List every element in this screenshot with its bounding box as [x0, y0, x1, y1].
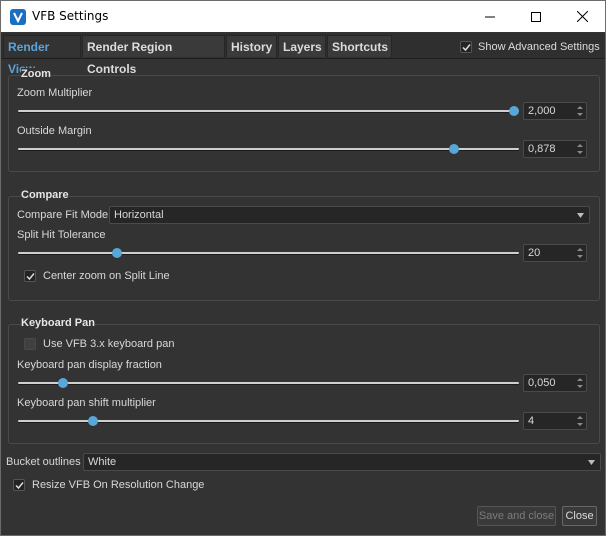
minimize-button[interactable]	[467, 1, 513, 32]
spin-arrows-icon[interactable]	[576, 142, 584, 156]
split-hit-tolerance-label: Split Hit Tolerance	[17, 229, 106, 241]
tab-render-view[interactable]: Render View	[3, 35, 81, 76]
zoom-multiplier-label: Zoom Multiplier	[17, 87, 93, 99]
outside-margin-label: Outside Margin	[17, 125, 92, 137]
zoom-multiplier-value: 2,000	[528, 105, 556, 117]
pan-shift-multiplier-spinbox[interactable]: 4	[523, 412, 587, 430]
chevron-down-icon	[588, 460, 595, 465]
pan-display-fraction-value: 0,050	[528, 377, 556, 389]
spin-arrows-icon[interactable]	[576, 414, 584, 428]
chevron-down-icon	[577, 213, 584, 218]
split-hit-tolerance-value: 20	[528, 247, 541, 259]
split-hit-tolerance-slider-thumb[interactable]	[112, 248, 122, 258]
save-and-close-button[interactable]: Save and close	[477, 506, 556, 526]
bucket-outlines-value: White	[88, 456, 117, 468]
use-legacy-keyboard-pan-checkbox[interactable]: Use VFB 3.x keyboard pan	[24, 338, 174, 350]
resize-on-resolution-change-label: Resize VFB On Resolution Change	[32, 479, 205, 491]
close-window-button[interactable]	[559, 1, 605, 32]
keyboard-pan-group-title: Keyboard Pan	[21, 317, 95, 329]
pan-shift-multiplier-slider-thumb[interactable]	[88, 416, 98, 426]
vray-logo-icon	[10, 9, 26, 25]
outside-margin-slider[interactable]	[18, 148, 519, 150]
checkbox-checked-icon	[24, 270, 36, 282]
bucket-outlines-dropdown[interactable]: White	[83, 453, 601, 471]
tab-shortcuts[interactable]: Shortcuts	[327, 35, 392, 57]
minimize-icon	[485, 12, 495, 22]
tab-history[interactable]: History	[226, 35, 277, 57]
checkbox-checked-icon	[460, 41, 472, 53]
checkbox-unchecked-icon	[24, 338, 36, 350]
zoom-multiplier-slider[interactable]	[18, 110, 519, 112]
use-legacy-keyboard-pan-label: Use VFB 3.x keyboard pan	[43, 338, 175, 350]
pan-display-fraction-slider-thumb[interactable]	[58, 378, 68, 388]
maximize-button[interactable]	[513, 1, 559, 32]
pan-display-fraction-spinbox[interactable]: 0,050	[523, 374, 587, 392]
checkbox-checked-icon	[13, 479, 25, 491]
zoom-multiplier-spinbox[interactable]: 2,000	[523, 102, 587, 120]
compare-group-title: Compare	[21, 189, 69, 201]
split-hit-tolerance-slider[interactable]	[18, 252, 519, 254]
outside-margin-spinbox[interactable]: 0,878	[523, 140, 587, 158]
spin-arrows-icon[interactable]	[576, 246, 584, 260]
compare-fit-mode-value: Horizontal	[114, 209, 164, 221]
outside-margin-slider-thumb[interactable]	[449, 144, 459, 154]
zoom-multiplier-slider-thumb[interactable]	[509, 106, 519, 116]
pan-display-fraction-slider[interactable]	[18, 382, 519, 384]
close-icon	[576, 11, 588, 22]
compare-fit-mode-label: Compare Fit Mode	[17, 209, 109, 221]
bucket-outlines-label: Bucket outlines	[6, 456, 81, 468]
zoom-group-title: Zoom	[21, 68, 51, 80]
tab-render-region-controls[interactable]: Render Region Controls	[82, 35, 225, 76]
show-advanced-settings-label: Show Advanced Settings	[478, 41, 600, 53]
window-title: VFB Settings	[32, 9, 109, 23]
pan-display-fraction-label: Keyboard pan display fraction	[17, 359, 162, 371]
center-zoom-label: Center zoom on Split Line	[43, 270, 170, 282]
compare-fit-mode-dropdown[interactable]: Horizontal	[109, 206, 590, 224]
zoom-group: Zoom	[8, 68, 600, 172]
tab-layers[interactable]: Layers	[278, 35, 326, 57]
pan-shift-multiplier-value: 4	[528, 415, 535, 427]
title-bar[interactable]: VFB Settings	[1, 1, 605, 32]
resize-on-resolution-change-checkbox[interactable]: Resize VFB On Resolution Change	[13, 479, 204, 491]
spin-arrows-icon[interactable]	[576, 376, 584, 390]
pan-shift-multiplier-label: Keyboard pan shift multiplier	[17, 397, 156, 409]
vfb-settings-window: VFB Settings Render View Render Region C…	[0, 0, 606, 536]
spin-arrows-icon[interactable]	[576, 104, 584, 118]
outside-margin-value: 0,878	[528, 143, 556, 155]
show-advanced-settings-checkbox[interactable]: Show Advanced Settings	[460, 40, 600, 54]
split-hit-tolerance-spinbox[interactable]: 20	[523, 244, 587, 262]
maximize-icon	[531, 11, 541, 22]
close-button[interactable]: Close	[562, 506, 597, 526]
center-zoom-checkbox[interactable]: Center zoom on Split Line	[24, 270, 170, 282]
